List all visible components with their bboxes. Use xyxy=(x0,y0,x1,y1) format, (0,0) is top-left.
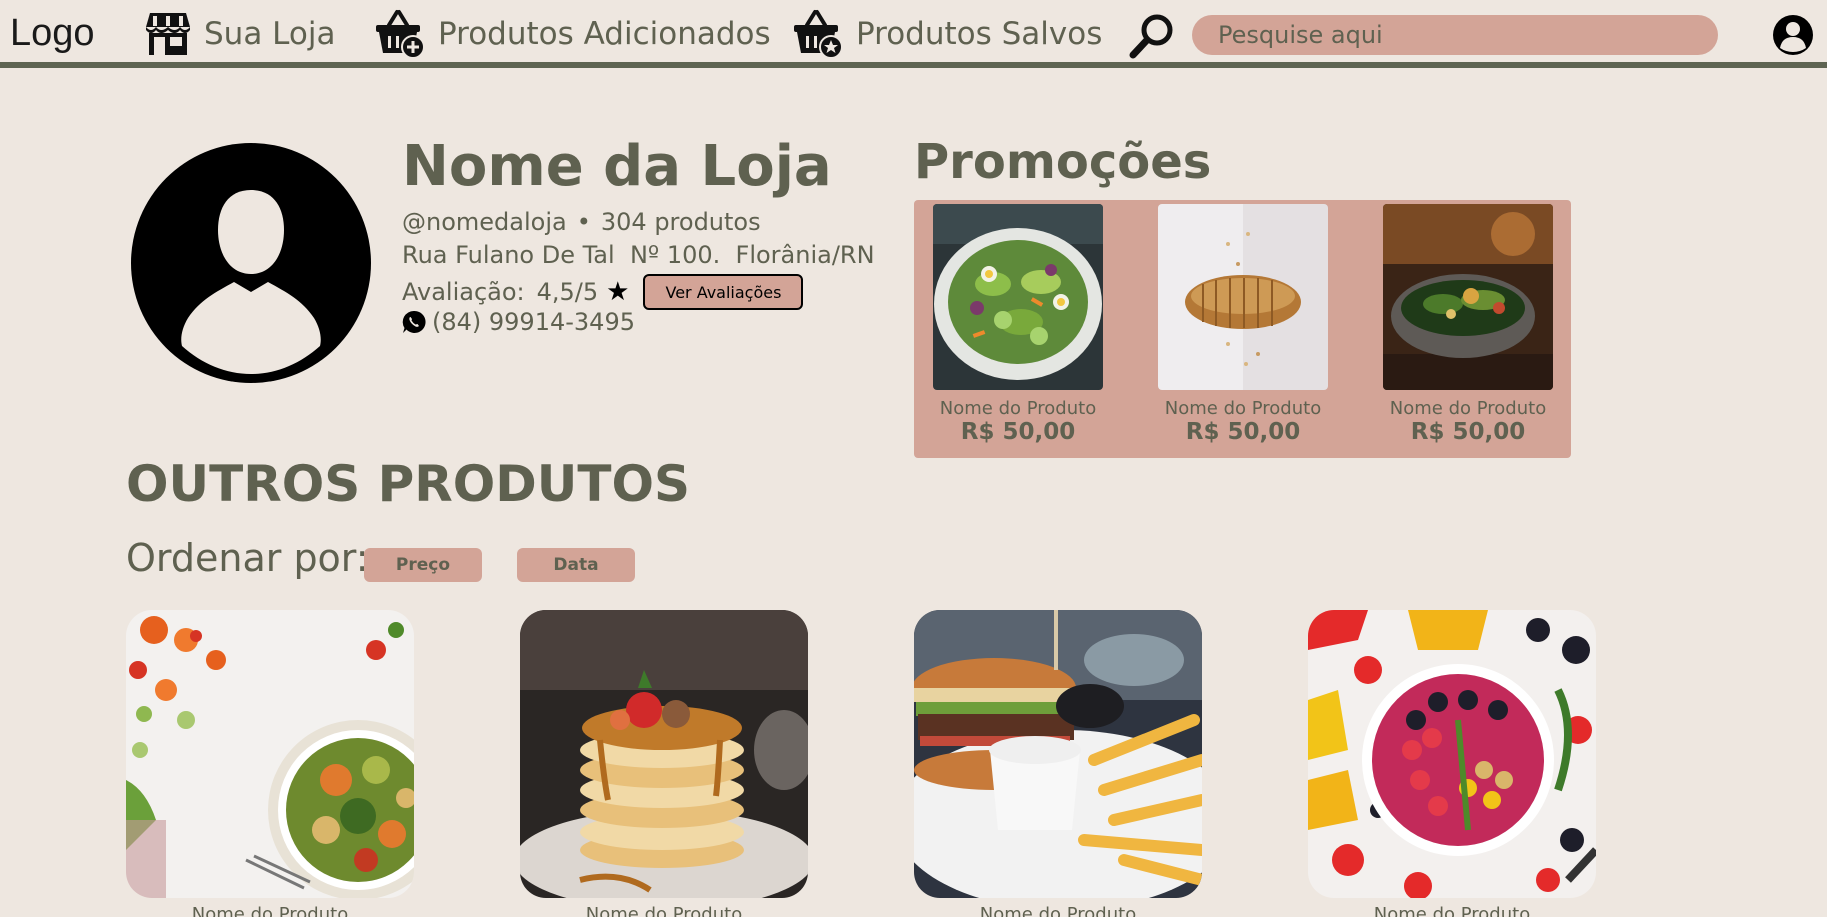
account-button[interactable] xyxy=(1772,14,1814,56)
store-address: Rua Fulano De Tal Nº 100. Florânia/RN xyxy=(402,241,875,269)
store-phone: (84) 99914-3495 xyxy=(432,308,635,336)
sort-label: Ordenar por: xyxy=(126,536,369,580)
promo-product-image xyxy=(1158,204,1328,390)
store-icon xyxy=(146,13,190,55)
product-card[interactable]: Nome do Produto xyxy=(914,610,1202,917)
nav-item-sua-loja[interactable]: Sua Loja xyxy=(144,10,335,58)
star-icon: ★ xyxy=(606,277,630,307)
store-avatar xyxy=(130,142,372,384)
promotions-panel: Nome do Produto R$ 50,00 Nome do Produto… xyxy=(914,200,1571,458)
promo-product-card[interactable]: Nome do Produto R$ 50,00 xyxy=(1383,204,1553,445)
promo-product-price: R$ 50,00 xyxy=(1185,419,1301,445)
promo-product-name: Nome do Produto xyxy=(1389,398,1547,419)
product-card[interactable]: Nome do Produto xyxy=(520,610,808,917)
product-image xyxy=(914,610,1202,898)
product-image xyxy=(520,610,808,898)
promo-product-price: R$ 50,00 xyxy=(1410,419,1526,445)
product-name: Nome do Produto xyxy=(585,904,743,917)
nav-item-produtos-adicionados[interactable]: Produtos Adicionados xyxy=(374,10,771,59)
search-button[interactable] xyxy=(1128,12,1176,60)
rating-value: 4,5/5 xyxy=(536,278,599,306)
store-rating-line: Avaliação: 4,5/5 ★ Ver Avaliações xyxy=(402,274,804,310)
nav-item-produtos-salvos[interactable]: Produtos Salvos xyxy=(792,10,1103,59)
product-count: 304 produtos xyxy=(600,208,761,236)
promo-product-name: Nome do Produto xyxy=(939,398,1097,419)
whatsapp-icon xyxy=(402,310,426,333)
store-address-text: Rua Fulano De Tal Nº 100. Florânia/RN xyxy=(402,241,875,269)
product-card[interactable]: Nome do Produto xyxy=(1308,610,1596,917)
user-avatar-icon xyxy=(1773,15,1813,55)
promo-product-card[interactable]: Nome do Produto R$ 50,00 xyxy=(1158,204,1328,445)
promo-product-price: R$ 50,00 xyxy=(960,419,1076,445)
product-card[interactable]: Nome do Produto xyxy=(126,610,414,917)
nav-label-sua-loja: Sua Loja xyxy=(204,16,336,52)
sort-by-price-button[interactable]: Preço xyxy=(364,548,482,582)
product-name: Nome do Produto xyxy=(979,904,1137,917)
promo-product-image xyxy=(933,204,1103,390)
promotions-title: Promoções xyxy=(914,134,1212,190)
search-input[interactable] xyxy=(1192,15,1718,55)
store-name: Nome da Loja xyxy=(402,134,832,199)
store-phone-line: (84) 99914-3495 xyxy=(402,308,635,336)
promo-product-card[interactable]: Nome do Produto R$ 50,00 xyxy=(933,204,1103,445)
store-meta-line: @nomedaloja • 304 produtos xyxy=(402,208,761,236)
product-name: Nome do Produto xyxy=(191,904,349,917)
other-products-title: OUTROS PRODUTOS xyxy=(126,455,691,513)
product-image xyxy=(126,610,414,898)
promo-product-name: Nome do Produto xyxy=(1164,398,1322,419)
nav-label-produtos-salvos: Produtos Salvos xyxy=(856,16,1103,52)
user-silhouette-icon xyxy=(131,143,371,383)
view-reviews-button[interactable]: Ver Avaliações xyxy=(643,274,804,310)
top-nav: Logo Sua Loja Produtos Adicionados Produ… xyxy=(0,0,1827,68)
search-icon xyxy=(1129,14,1173,59)
product-name: Nome do Produto xyxy=(1373,904,1531,917)
logo[interactable]: Logo xyxy=(10,12,95,55)
basket-star-icon xyxy=(794,10,843,59)
rating-label: Avaliação: xyxy=(402,278,525,306)
promo-product-image xyxy=(1383,204,1553,390)
basket-add-icon xyxy=(376,10,425,59)
nav-label-produtos-adicionados: Produtos Adicionados xyxy=(438,16,771,52)
store-handle: @nomedaloja xyxy=(402,208,567,236)
sort-by-date-button[interactable]: Data xyxy=(517,548,635,582)
meta-separator: • xyxy=(576,208,591,236)
product-image xyxy=(1308,610,1596,898)
